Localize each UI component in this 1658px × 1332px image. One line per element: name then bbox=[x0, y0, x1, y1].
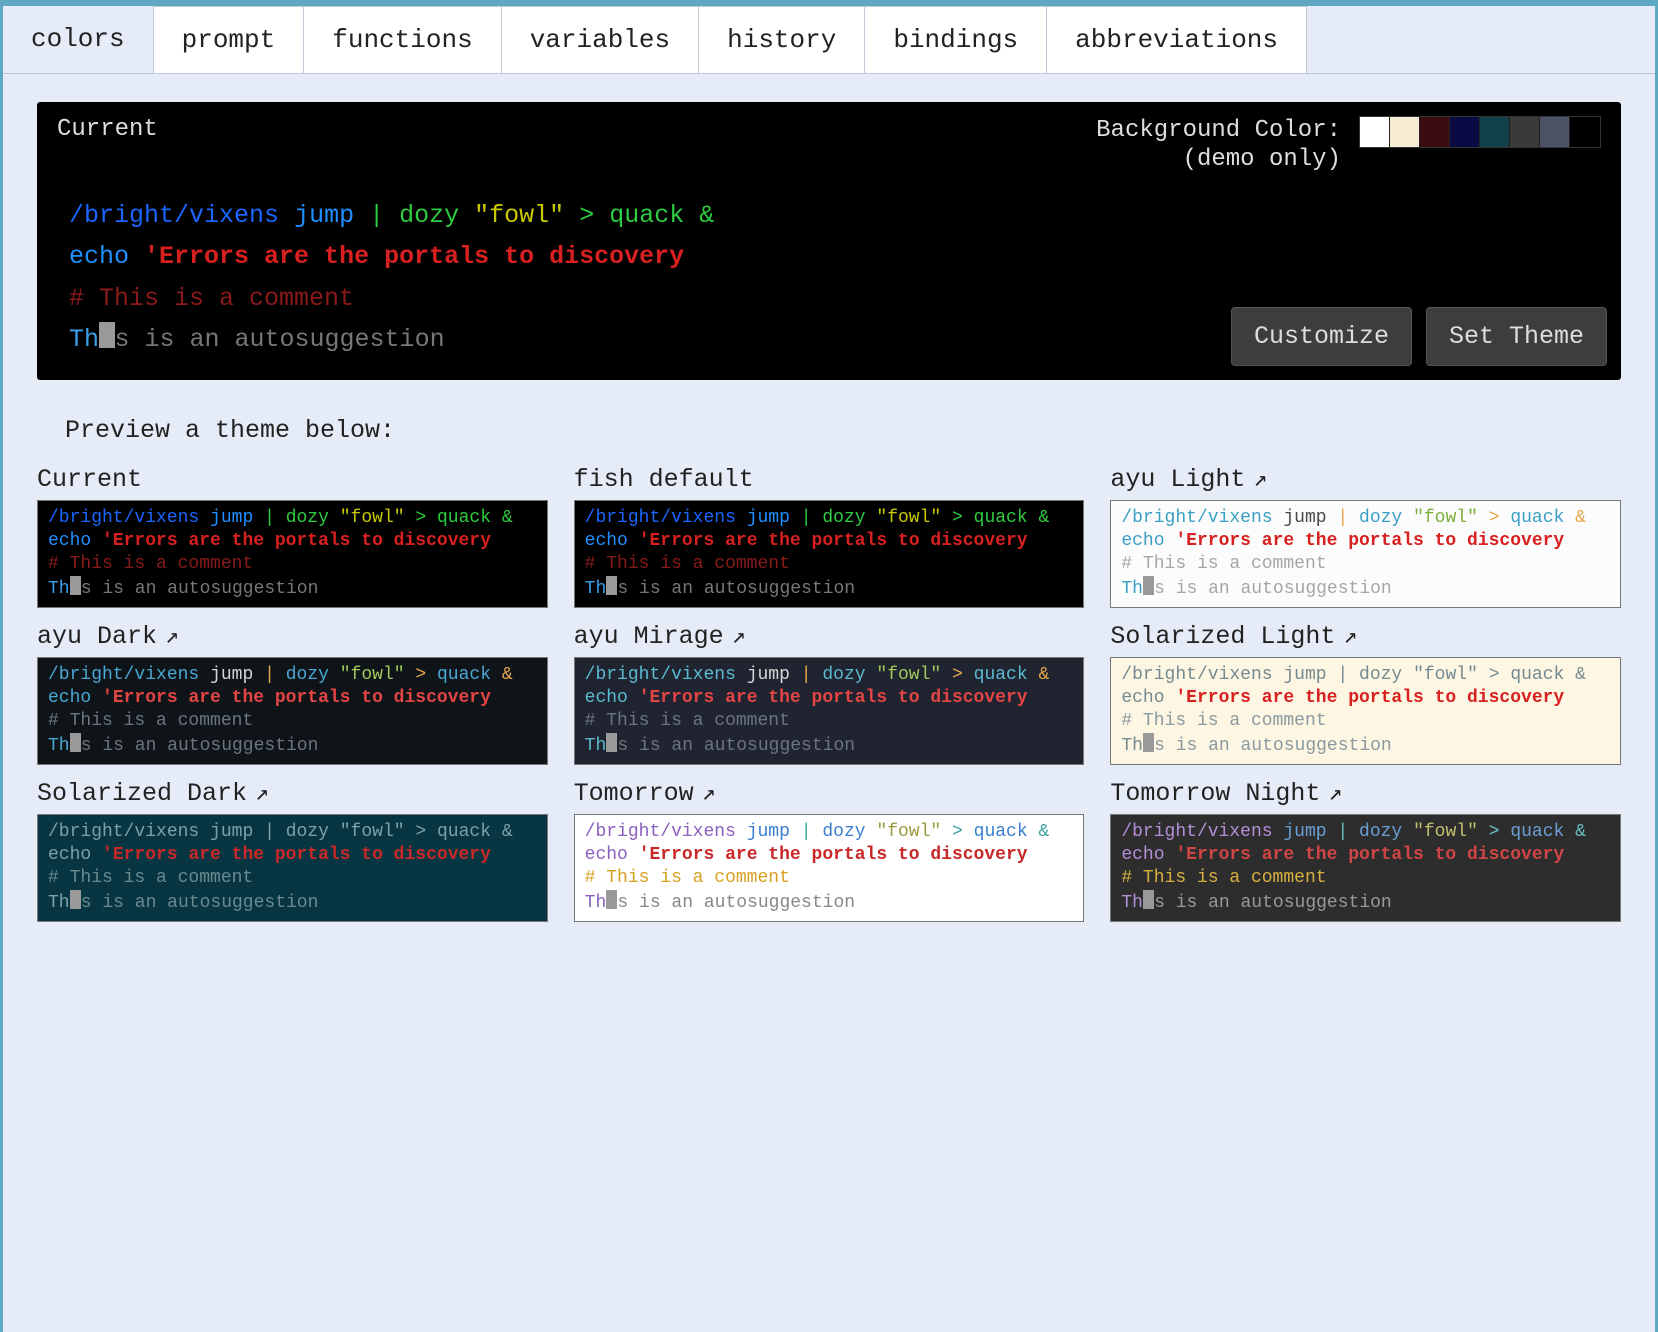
theme-title[interactable]: ayu Light ↗ bbox=[1110, 465, 1621, 494]
theme-code-sample[interactable]: /bright/vixens jump | dozy "fowl" > quac… bbox=[37, 657, 548, 765]
external-link-icon[interactable]: ↗ bbox=[1328, 780, 1342, 807]
tab-abbreviations[interactable]: abbreviations bbox=[1046, 6, 1307, 73]
theme-code-sample[interactable]: /bright/vixens jump | dozy "fowl" > quac… bbox=[1110, 657, 1621, 765]
theme-code-sample[interactable]: /bright/vixens jump | dozy "fowl" > quac… bbox=[574, 500, 1085, 608]
tab-functions[interactable]: functions bbox=[303, 6, 501, 73]
bg-swatch[interactable] bbox=[1480, 117, 1510, 147]
theme-code-sample[interactable]: /bright/vixens jump | dozy "fowl" > quac… bbox=[37, 500, 548, 608]
theme-preview: fish default/bright/vixens jump | dozy "… bbox=[574, 465, 1085, 608]
current-title: Current bbox=[57, 116, 158, 143]
theme-preview: Solarized Dark ↗ /bright/vixens jump | do… bbox=[37, 779, 548, 922]
theme-preview: Tomorrow ↗ /bright/vixens jump | dozy "fo… bbox=[574, 779, 1085, 922]
bg-swatch[interactable] bbox=[1420, 117, 1450, 147]
bg-swatch[interactable] bbox=[1510, 117, 1540, 147]
tab-variables[interactable]: variables bbox=[501, 6, 699, 73]
theme-title[interactable]: fish default bbox=[574, 465, 1085, 494]
external-link-icon[interactable]: ↗ bbox=[1343, 623, 1357, 650]
theme-preview: Tomorrow Night ↗ /bright/vixens jump | do… bbox=[1110, 779, 1621, 922]
theme-title[interactable]: Current bbox=[37, 465, 548, 494]
theme-title[interactable]: Solarized Dark ↗ bbox=[37, 779, 548, 808]
bg-swatch[interactable] bbox=[1390, 117, 1420, 147]
external-link-icon[interactable]: ↗ bbox=[1253, 466, 1267, 493]
theme-title[interactable]: Solarized Light ↗ bbox=[1110, 622, 1621, 651]
theme-title[interactable]: Tomorrow Night ↗ bbox=[1110, 779, 1621, 808]
bg-color-sublabel: (demo only) bbox=[1096, 146, 1341, 173]
external-link-icon[interactable]: ↗ bbox=[255, 780, 269, 807]
preview-label: Preview a theme below: bbox=[65, 416, 1621, 445]
theme-code-sample[interactable]: /bright/vixens jump | dozy "fowl" > quac… bbox=[1110, 500, 1621, 608]
theme-title[interactable]: ayu Dark ↗ bbox=[37, 622, 548, 651]
theme-grid: Current/bright/vixens jump | dozy "fowl"… bbox=[37, 465, 1621, 922]
theme-code-sample[interactable]: /bright/vixens jump | dozy "fowl" > quac… bbox=[574, 657, 1085, 765]
theme-title[interactable]: Tomorrow ↗ bbox=[574, 779, 1085, 808]
theme-code-sample[interactable]: /bright/vixens jump | dozy "fowl" > quac… bbox=[574, 814, 1085, 922]
bg-swatches bbox=[1359, 116, 1601, 148]
theme-preview: Current/bright/vixens jump | dozy "fowl"… bbox=[37, 465, 548, 608]
tab-prompt[interactable]: prompt bbox=[153, 6, 305, 73]
bg-swatch[interactable] bbox=[1360, 117, 1390, 147]
customize-button[interactable]: Customize bbox=[1231, 307, 1412, 366]
tab-history[interactable]: history bbox=[698, 6, 865, 73]
theme-title[interactable]: ayu Mirage ↗ bbox=[574, 622, 1085, 651]
bg-color-label: Background Color: bbox=[1096, 116, 1341, 146]
bg-swatch[interactable] bbox=[1540, 117, 1570, 147]
theme-preview: Solarized Light ↗ /bright/vixens jump | d… bbox=[1110, 622, 1621, 765]
tab-bar: colorspromptfunctionsvariableshistorybin… bbox=[3, 6, 1655, 74]
external-link-icon[interactable]: ↗ bbox=[702, 780, 716, 807]
theme-preview: ayu Mirage ↗ /bright/vixens jump | dozy "… bbox=[574, 622, 1085, 765]
theme-code-sample[interactable]: /bright/vixens jump | dozy "fowl" > quac… bbox=[1110, 814, 1621, 922]
bg-swatch[interactable] bbox=[1570, 117, 1600, 147]
external-link-icon[interactable]: ↗ bbox=[732, 623, 746, 650]
theme-preview: ayu Dark ↗ /bright/vixens jump | dozy "fo… bbox=[37, 622, 548, 765]
bg-swatch[interactable] bbox=[1450, 117, 1480, 147]
theme-code-sample[interactable]: /bright/vixens jump | dozy "fowl" > quac… bbox=[37, 814, 548, 922]
theme-preview: ayu Light ↗ /bright/vixens jump | dozy "f… bbox=[1110, 465, 1621, 608]
tab-colors[interactable]: colors bbox=[3, 6, 154, 73]
current-theme-block: Current Background Color: (demo only) /b… bbox=[37, 102, 1621, 380]
external-link-icon[interactable]: ↗ bbox=[165, 623, 179, 650]
set-theme-button[interactable]: Set Theme bbox=[1426, 307, 1607, 366]
tab-bindings[interactable]: bindings bbox=[864, 6, 1047, 73]
